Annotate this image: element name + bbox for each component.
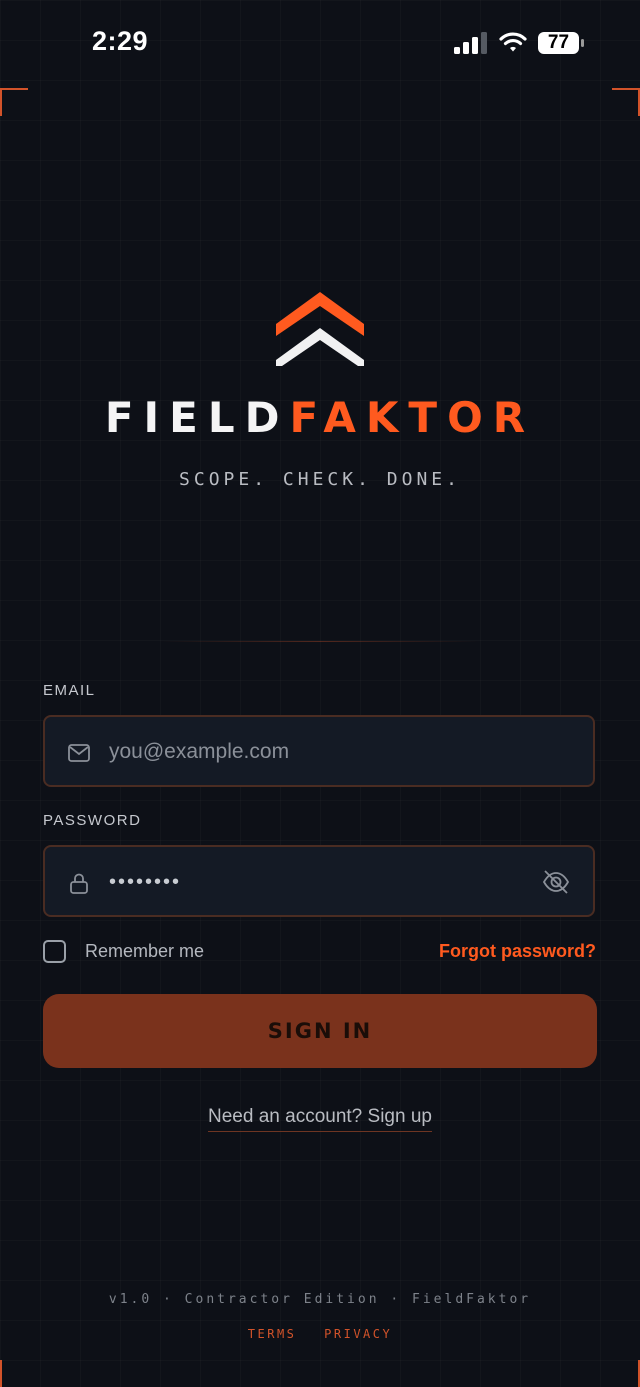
password-label: PASSWORD <box>43 812 142 829</box>
section-divider <box>160 641 480 642</box>
corner-bracket-bottom-right <box>612 1360 640 1387</box>
sign-up-link[interactable]: Need an account? Sign up <box>208 1106 432 1132</box>
email-field[interactable] <box>43 715 595 787</box>
remember-me-label[interactable]: Remember me <box>85 941 204 962</box>
corner-bracket-top-right <box>612 88 640 116</box>
double-chevron-up-icon <box>276 292 364 366</box>
footer-links: TERMS PRIVACY <box>0 1327 640 1341</box>
sign-up-link-container: Need an account? Sign up <box>0 1106 640 1132</box>
battery-indicator: 77 <box>537 31 585 55</box>
corner-bracket-top-left <box>0 88 28 116</box>
status-time: 2:29 <box>92 26 149 56</box>
forgot-password-link[interactable]: Forgot password? <box>439 941 596 962</box>
remember-me-checkbox[interactable] <box>43 940 66 963</box>
lock-icon <box>70 873 88 894</box>
corner-bracket-bottom-left <box>0 1360 28 1387</box>
footer-version: v1.0 · Contractor Edition · FieldFaktor <box>108 1292 532 1307</box>
wifi-icon <box>499 32 527 52</box>
eye-off-icon[interactable] <box>541 867 571 897</box>
terms-link[interactable]: TERMS <box>248 1327 297 1341</box>
email-label: EMAIL <box>43 682 96 699</box>
email-input[interactable] <box>107 731 531 773</box>
brand-wordmark: FIELDFAKTOR <box>0 394 640 442</box>
brand-name-field: FIELD <box>104 393 290 442</box>
brand-name-faktor: FAKTOR <box>289 393 536 442</box>
battery-level: 77 <box>547 32 570 53</box>
cellular-signal-icon <box>454 32 487 54</box>
password-input[interactable] <box>107 861 531 903</box>
password-field[interactable] <box>43 845 595 917</box>
privacy-link[interactable]: PRIVACY <box>324 1327 392 1341</box>
sign-in-button[interactable]: SIGN IN <box>43 994 597 1068</box>
mail-icon <box>68 744 90 762</box>
brand-tagline: SCOPE. CHECK. DONE. <box>179 469 461 490</box>
